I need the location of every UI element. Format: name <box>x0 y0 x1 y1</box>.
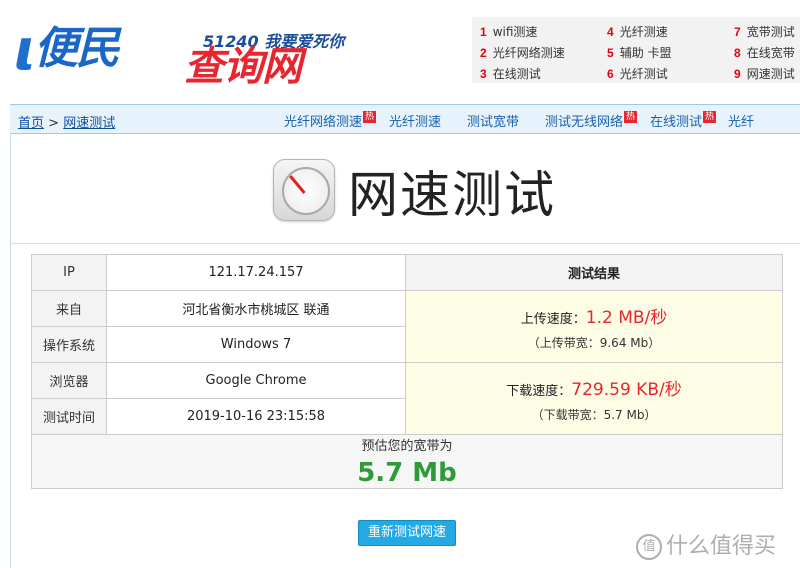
upload-speed: 1.2 MB/秒 <box>585 307 668 328</box>
upload-bandwidth: （上传带宽：9.64 Mb） <box>527 335 661 350</box>
breadcrumb-home-link[interactable]: 首页 <box>18 116 44 131</box>
table-row: 预估您的宽带为 5.7 Mb <box>31 434 783 489</box>
hot-badge: 热 <box>624 111 638 123</box>
row-label-browser: 浏览器 <box>31 362 107 399</box>
nav-link-fiber-speed[interactable]: 光纤测速 <box>389 111 441 130</box>
browser-value: Google Chrome <box>106 362 406 399</box>
logo-brand-right: 查询网 <box>184 44 302 90</box>
row-label-ip: IP <box>31 254 107 291</box>
top-link-6[interactable]: 6 光纤测试 <box>607 65 668 82</box>
top-link-9[interactable]: 9 网速测试 <box>734 65 795 82</box>
result-header: 测试结果 <box>405 254 783 291</box>
breadcrumb-current-link[interactable]: 网速测试 <box>63 116 115 131</box>
row-label-location: 来自 <box>31 290 107 327</box>
estimate-value: 5.7 Mb <box>357 458 457 488</box>
retest-button[interactable]: 重新测试网速 <box>358 520 456 546</box>
nav-bar: 首页 > 网速测试 光纤网络测速热 光纤测速 测试宽带 测试无线网络热 在线测试… <box>10 104 800 134</box>
nav-link-fiber-network-speed[interactable]: 光纤网络测速热 <box>284 111 377 130</box>
nav-link-test-broadband[interactable]: 测试宽带 <box>467 111 519 130</box>
site-logo[interactable]: ι便民 51240 我要爱死你 查询网 <box>14 6 374 92</box>
nav-link-fiber[interactable]: 光纤 <box>728 111 754 130</box>
location-value: 河北省衡水市桃城区 联通 <box>106 290 406 327</box>
top-link-5[interactable]: 5 辅助 卡盟 <box>607 44 672 61</box>
os-value: Windows 7 <box>106 326 406 363</box>
table-row: 浏览器 Google Chrome 下载速度：729.59 KB/秒 （下载带宽… <box>31 362 783 435</box>
page-title: 网速测试 <box>348 166 556 224</box>
speedometer-face <box>282 167 330 215</box>
test-time-value: 2019-10-16 23:15:58 <box>106 398 406 435</box>
upload-label: 上传速度： <box>520 311 586 327</box>
top-link-7[interactable]: 7 宽带测试 <box>734 23 795 40</box>
upload-result: 上传速度：1.2 MB/秒 （上传带宽：9.64 Mb） <box>405 290 783 363</box>
row-label-os: 操作系统 <box>31 326 107 363</box>
download-result: 下载速度：729.59 KB/秒 （下载带宽：5.7 Mb） <box>405 362 783 435</box>
main-panel: 网速测试 IP 121.17.24.157 测试结果 来自 河北省衡水市桃城区 … <box>10 133 800 568</box>
table-row: 来自 河北省衡水市桃城区 联通 上传速度：1.2 MB/秒 （上传带宽：9.64… <box>31 290 783 363</box>
breadcrumb: 首页 > 网速测试 <box>18 112 115 131</box>
top-link-8[interactable]: 8 在线宽带 <box>734 44 795 61</box>
top-links-panel: 1 wifi测速 2 光纤网络测速 3 在线测试 4 光纤测速 5 辅助 卡盟 6 光纤测试… <box>472 17 800 83</box>
watermark-text: 什么值得买 <box>666 534 777 559</box>
estimate-summary: 预估您的宽带为 5.7 Mb <box>31 434 783 489</box>
site-header: ι便民 51240 我要爱死你 查询网 1 wifi测速 2 光纤网络测速 3 在线测… <box>0 0 800 97</box>
speedometer-icon <box>273 159 335 221</box>
top-link-3[interactable]: 3 在线测试 <box>480 65 541 82</box>
logo-brand-left: ι便民 <box>14 18 120 83</box>
title-bar: 网速测试 <box>11 133 800 244</box>
row-label-test-time: 测试时间 <box>31 398 107 435</box>
nav-link-online-test[interactable]: 在线测试热 <box>650 111 717 130</box>
hot-badge: 热 <box>703 111 717 123</box>
speed-test-table: IP 121.17.24.157 测试结果 来自 河北省衡水市桃城区 联通 上传… <box>31 254 783 489</box>
nav-link-test-wireless[interactable]: 测试无线网络热 <box>545 111 638 130</box>
hot-badge: 热 <box>363 111 377 123</box>
ip-value: 121.17.24.157 <box>106 254 406 291</box>
estimate-label: 预估您的宽带为 <box>361 439 453 454</box>
download-bandwidth: （下载带宽：5.7 Mb） <box>531 407 657 422</box>
download-label: 下载速度： <box>506 383 572 399</box>
watermark-logo-icon: 值 <box>636 534 662 560</box>
top-link-2[interactable]: 2 光纤网络测速 <box>480 44 565 61</box>
top-link-1[interactable]: 1 wifi测速 <box>480 23 537 40</box>
top-link-4[interactable]: 4 光纤测速 <box>607 23 668 40</box>
download-speed: 729.59 KB/秒 <box>571 379 682 400</box>
watermark: 值什么值得买 <box>636 528 776 560</box>
breadcrumb-separator: > <box>48 116 60 131</box>
table-row: IP 121.17.24.157 测试结果 <box>31 254 783 291</box>
